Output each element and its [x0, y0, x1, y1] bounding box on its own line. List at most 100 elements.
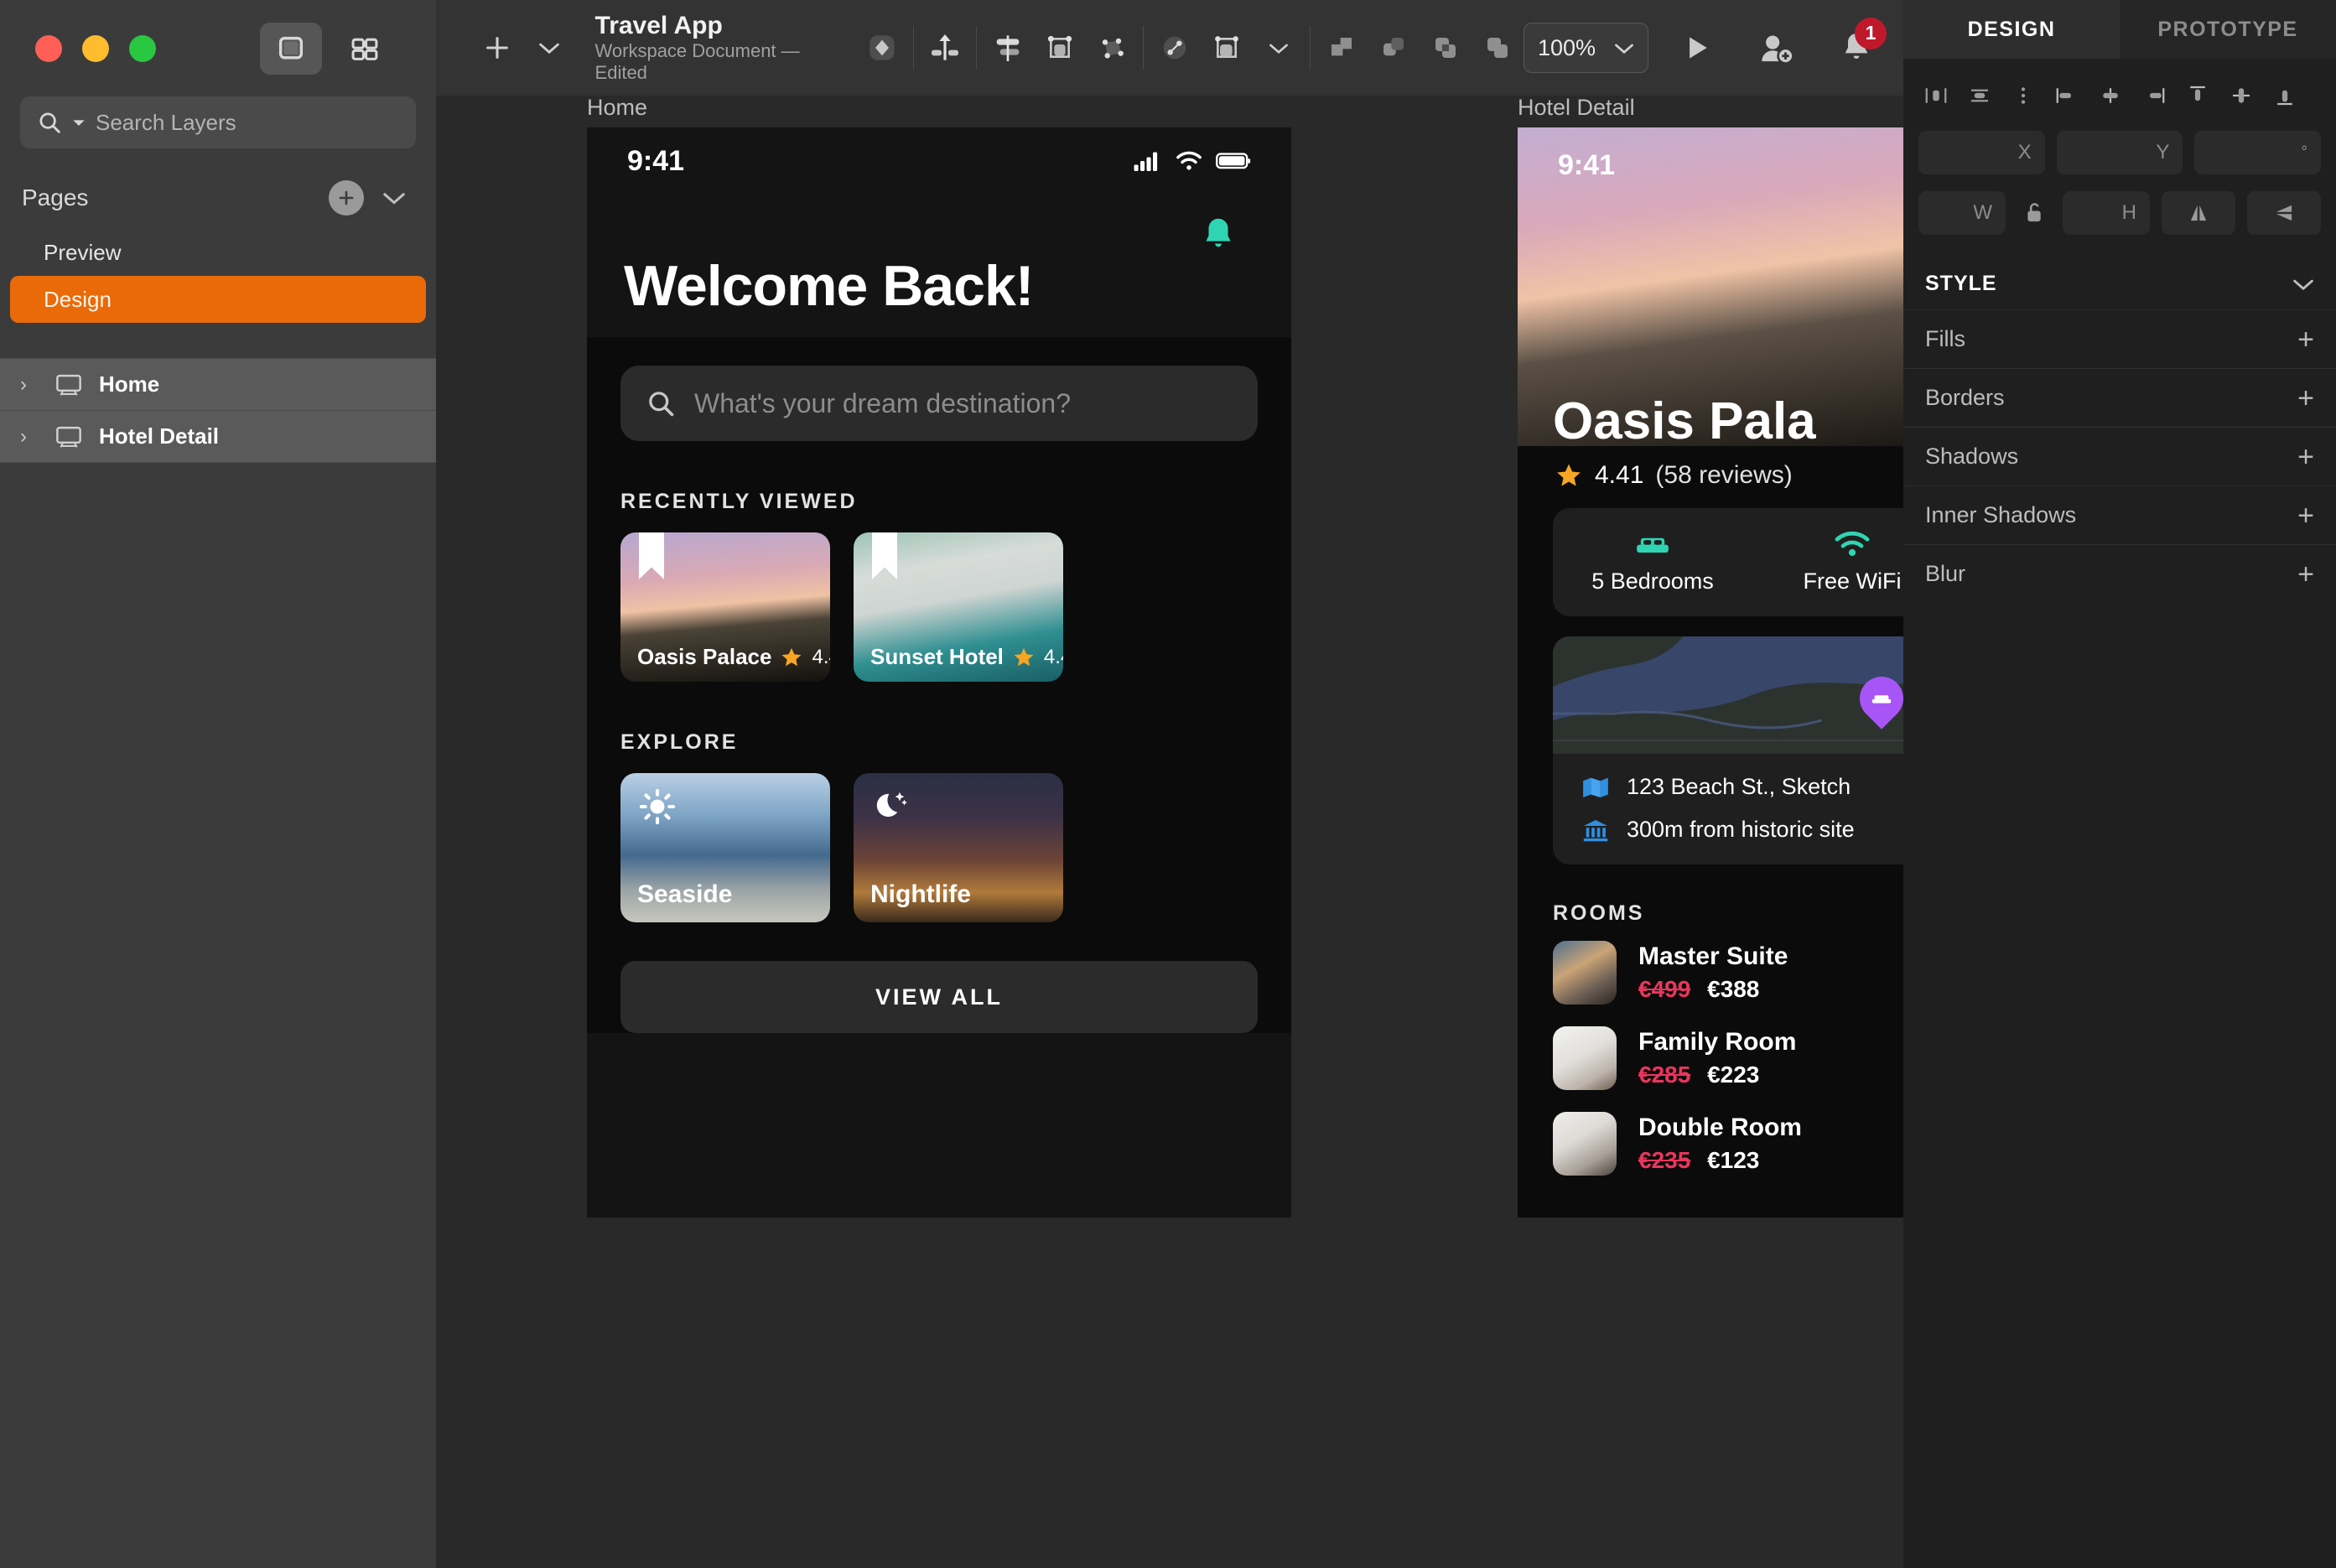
- align-left-edge-icon[interactable]: [2048, 77, 2086, 114]
- y-field[interactable]: Y: [2057, 131, 2183, 174]
- intersect-icon[interactable]: [1420, 22, 1472, 74]
- flip-vertical-button[interactable]: [2247, 191, 2321, 235]
- zoom-button[interactable]: [129, 35, 156, 62]
- rooms-title: ROOMS: [1553, 901, 1903, 926]
- chevron-down-icon[interactable]: [2292, 278, 2314, 291]
- distribute-vertically-icon[interactable]: [919, 22, 971, 74]
- hotel-card-sunset-hotel[interactable]: Sunset Hotel 4.41: [854, 532, 1063, 682]
- align-right-edge-icon[interactable]: [2135, 77, 2173, 114]
- artboard-hotel-detail[interactable]: 9:41 Oasis Pala 4.41 (58 reviews): [1518, 127, 1903, 1218]
- artboard-label-home[interactable]: Home: [587, 96, 647, 121]
- height-field[interactable]: H: [2063, 191, 2150, 235]
- align-bottom-icon[interactable]: [2266, 77, 2304, 114]
- pages-collapse-chevron-icon[interactable]: [382, 190, 406, 205]
- grid-view-button[interactable]: [334, 23, 396, 75]
- aspect-lock-button[interactable]: [2017, 201, 2051, 225]
- add-inner-shadow-button[interactable]: +: [2297, 501, 2314, 530]
- map-image[interactable]: [1553, 636, 1903, 754]
- room-price-row: €235 €123: [1638, 1147, 1802, 1174]
- bed-pin-icon: [1871, 690, 1892, 707]
- tab-prototype[interactable]: PROTOTYPE: [2120, 0, 2336, 59]
- style-section-header[interactable]: STYLE: [1903, 243, 2336, 309]
- explore-card-seaside[interactable]: Seaside: [620, 773, 830, 922]
- bookmark-icon[interactable]: [639, 532, 664, 579]
- artboard-home[interactable]: 9:41: [587, 127, 1291, 1218]
- landmark-text: 300m from historic site: [1627, 817, 1855, 843]
- room-row-double-room[interactable]: Double Room €235 €123: [1553, 1112, 1903, 1176]
- room-old-price: €235: [1638, 1147, 1690, 1173]
- amenity-label: Free WiFi: [1804, 569, 1902, 594]
- explore-card-nightlife[interactable]: Nightlife: [854, 773, 1063, 922]
- component-dropdown-caret-icon[interactable]: [1253, 22, 1305, 74]
- notifications-button[interactable]: 1: [1840, 29, 1873, 67]
- component-icon[interactable]: [1201, 22, 1253, 74]
- location-card[interactable]: 123 Beach St., Sketch 300m from historic…: [1553, 636, 1903, 864]
- subtract-icon[interactable]: [1368, 22, 1420, 74]
- chevron-down-icon: [1614, 42, 1634, 55]
- bookmark-icon[interactable]: [872, 532, 897, 579]
- vector-edit-icon[interactable]: [1149, 22, 1201, 74]
- tab-design[interactable]: DESIGN: [1903, 0, 2120, 59]
- address-block: 123 Beach St., Sketch 300m from historic…: [1553, 754, 1903, 864]
- w-label: W: [1973, 201, 1992, 225]
- align-center-icon[interactable]: [2091, 77, 2130, 114]
- layer-row-hotel-detail[interactable]: › Hotel Detail: [0, 411, 436, 463]
- add-page-button[interactable]: [329, 180, 364, 215]
- shape-tools-group: [856, 0, 1524, 96]
- width-field[interactable]: W: [1918, 191, 2006, 235]
- moon-stars-icon: [872, 788, 909, 825]
- flip-horizontal-button[interactable]: [2162, 191, 2235, 235]
- canvas-view-button[interactable]: [260, 23, 322, 75]
- distribute-horizontally-icon[interactable]: [982, 22, 1034, 74]
- add-dropdown-caret-icon[interactable]: [523, 22, 575, 74]
- transform-icon[interactable]: [1086, 22, 1138, 74]
- hotel-card-oasis-palace[interactable]: Oasis Palace 4.41: [620, 532, 830, 682]
- align-left-icon[interactable]: [1917, 77, 1955, 114]
- layer-search-box[interactable]: [20, 96, 416, 148]
- room-row-master-suite[interactable]: Master Suite €499 €388: [1553, 941, 1903, 1005]
- add-blur-button[interactable]: +: [2297, 560, 2314, 589]
- close-button[interactable]: [35, 35, 62, 62]
- align-middle-icon[interactable]: [2222, 77, 2261, 114]
- add-collaborator-button[interactable]: [1751, 22, 1803, 74]
- page-label: Design: [44, 287, 112, 313]
- x-field[interactable]: X: [1918, 131, 2045, 174]
- insert-shape-icon[interactable]: [856, 22, 908, 74]
- rotation-field[interactable]: °: [2194, 131, 2321, 174]
- scale-icon[interactable]: [1034, 22, 1086, 74]
- layer-row-home[interactable]: › Home: [0, 359, 436, 411]
- union-icon[interactable]: [1316, 22, 1368, 74]
- room-price: €123: [1707, 1147, 1759, 1173]
- h-label: H: [2122, 201, 2136, 225]
- style-row-inner-shadows: Inner Shadows +: [1903, 485, 2336, 544]
- add-shadow-button[interactable]: +: [2297, 443, 2314, 471]
- page-item-preview[interactable]: Preview: [10, 229, 426, 276]
- zoom-select[interactable]: 100%: [1524, 23, 1649, 73]
- position-fields: X Y °: [1903, 122, 2336, 183]
- room-row-family-room[interactable]: Family Room €285 €223: [1553, 1026, 1903, 1090]
- notification-badge: 1: [1855, 18, 1887, 49]
- add-border-button[interactable]: +: [2297, 384, 2314, 413]
- add-fill-button[interactable]: +: [2297, 325, 2314, 354]
- search-input[interactable]: [96, 110, 399, 136]
- view-all-button[interactable]: VIEW ALL: [620, 961, 1258, 1033]
- add-button[interactable]: [471, 22, 523, 74]
- page-item-design[interactable]: Design: [10, 276, 426, 323]
- chevron-right-icon[interactable]: ›: [20, 425, 39, 449]
- align-top-icon[interactable]: [2178, 77, 2217, 114]
- bed-icon: [1634, 530, 1671, 557]
- preview-play-button[interactable]: [1670, 22, 1722, 74]
- hotel-rating-value: 4.41: [1595, 461, 1643, 490]
- design-canvas[interactable]: Home 9:41: [436, 96, 1903, 1568]
- difference-icon[interactable]: [1472, 22, 1524, 74]
- destination-search-input[interactable]: What's your dream destination?: [620, 366, 1258, 441]
- amenity-label: 5 Bedrooms: [1591, 569, 1714, 594]
- artboard-label-hotel-detail[interactable]: Hotel Detail: [1518, 96, 1635, 121]
- map-icon: [1581, 775, 1610, 800]
- align-more-icon[interactable]: [2004, 77, 2043, 114]
- search-filter-caret-icon[interactable]: [72, 117, 86, 127]
- align-center-horizontal-icon[interactable]: [1960, 77, 1999, 114]
- minimize-button[interactable]: [82, 35, 109, 62]
- notification-bell-button[interactable]: [620, 195, 1258, 253]
- chevron-right-icon[interactable]: ›: [20, 373, 39, 397]
